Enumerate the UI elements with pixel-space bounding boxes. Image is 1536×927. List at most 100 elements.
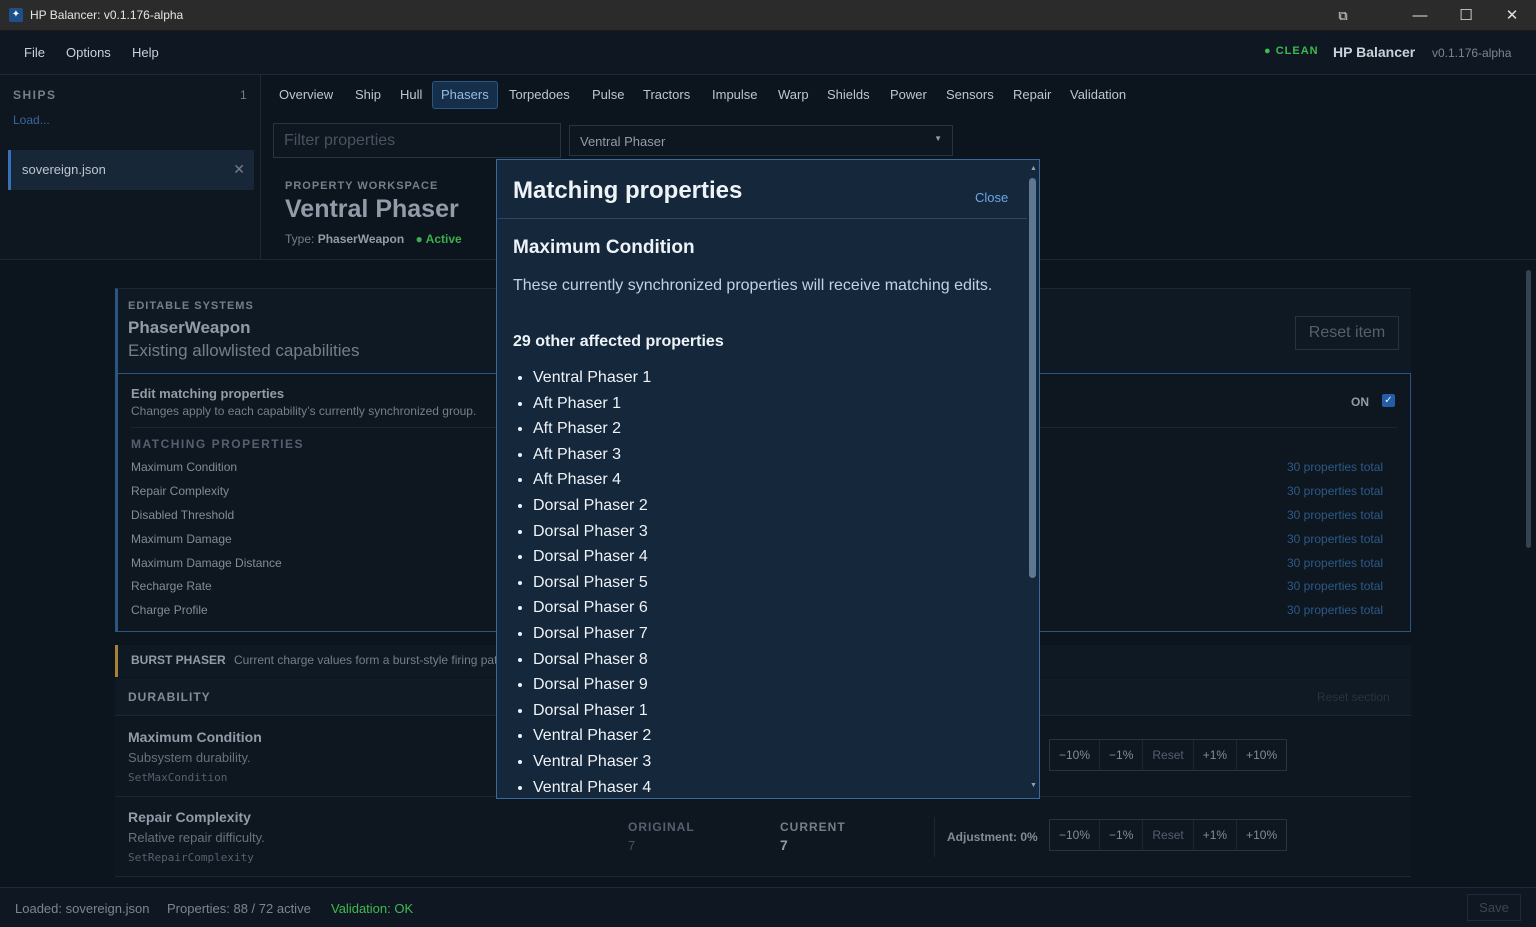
status-bar: Loaded: sovereign.json Properties: 88 / … bbox=[0, 887, 1536, 927]
modal-header: Matching properties Close bbox=[497, 160, 1027, 219]
modal-scrollbar-thumb[interactable] bbox=[1029, 178, 1036, 578]
tab-tractors[interactable]: Tractors bbox=[635, 81, 698, 109]
clean-status: ● CLEAN bbox=[1264, 45, 1319, 57]
minus-10-button[interactable]: −10% bbox=[1050, 820, 1101, 850]
maximize-button[interactable]: ☐ bbox=[1443, 0, 1489, 31]
list-item: Dorsal Phaser 1 bbox=[533, 698, 651, 724]
property-desc: Relative repair difficulty. bbox=[128, 830, 265, 845]
tab-pulse[interactable]: Pulse bbox=[584, 81, 633, 109]
systems-subtitle: Existing allowlisted capabilities bbox=[128, 341, 360, 360]
plus-10-button[interactable]: +10% bbox=[1237, 740, 1286, 770]
title-bar: ✦ HP Balancer: v0.1.176-alpha ⧉ — ☐ ✕ bbox=[0, 0, 1536, 31]
workspace-title: Ventral Phaser bbox=[285, 195, 459, 223]
minus-1-button[interactable]: −1% bbox=[1100, 820, 1144, 850]
matching-row-total[interactable]: 30 properties total bbox=[1287, 532, 1383, 546]
tab-torpedoes[interactable]: Torpedoes bbox=[501, 81, 578, 109]
status-loaded: Loaded: sovereign.json bbox=[15, 901, 150, 916]
list-item: Aft Phaser 4 bbox=[533, 467, 651, 493]
scroll-up-icon[interactable]: ▲ bbox=[1030, 165, 1037, 172]
minus-1-button[interactable]: −1% bbox=[1100, 740, 1144, 770]
tab-repair[interactable]: Repair bbox=[1005, 81, 1059, 109]
burst-label: BURST PHASER bbox=[131, 653, 226, 667]
filter-input[interactable] bbox=[273, 123, 561, 158]
reset-value-button[interactable]: Reset bbox=[1143, 740, 1194, 770]
modal-scrollbar[interactable]: ▲ ▼ bbox=[1027, 160, 1039, 798]
tab-sensors[interactable]: Sensors bbox=[938, 81, 1002, 109]
modal-description: These currently synchronized properties … bbox=[513, 277, 993, 294]
current-value: 7 bbox=[780, 837, 788, 853]
clean-status-label: CLEAN bbox=[1275, 45, 1319, 57]
tab-hull[interactable]: Hull bbox=[392, 81, 430, 109]
list-item: Aft Phaser 2 bbox=[533, 416, 651, 442]
tab-phasers[interactable]: Phasers bbox=[432, 81, 498, 109]
tab-validation[interactable]: Validation bbox=[1062, 81, 1134, 109]
modal-close-button[interactable]: Close bbox=[975, 190, 1008, 205]
tab-shields[interactable]: Shields bbox=[819, 81, 878, 109]
ship-file-item[interactable]: sovereign.json ✕ bbox=[8, 150, 254, 190]
page-scrollbar-thumb[interactable] bbox=[1526, 270, 1531, 548]
matching-row-total[interactable]: 30 properties total bbox=[1287, 603, 1383, 617]
minimize-button[interactable]: — bbox=[1397, 0, 1443, 31]
ships-count: 1 bbox=[240, 88, 247, 102]
matching-row-total[interactable]: 30 properties total bbox=[1287, 508, 1383, 522]
property-name: Maximum Condition bbox=[128, 729, 262, 745]
tab-warp[interactable]: Warp bbox=[770, 81, 817, 109]
reset-value-button[interactable]: Reset bbox=[1143, 820, 1194, 850]
menu-file[interactable]: File bbox=[24, 45, 45, 60]
list-item: Dorsal Phaser 4 bbox=[533, 544, 651, 570]
reset-item-button[interactable]: Reset item bbox=[1295, 316, 1399, 350]
scroll-down-icon[interactable]: ▼ bbox=[1030, 782, 1037, 789]
matching-properties-modal: Matching properties Close Maximum Condit… bbox=[496, 159, 1040, 799]
item-select[interactable]: Ventral Phaser ▼ bbox=[569, 125, 953, 156]
ships-title: SHIPS bbox=[13, 88, 57, 102]
matching-row-name: Disabled Threshold bbox=[131, 508, 235, 522]
modal-title: Matching properties bbox=[513, 177, 743, 204]
tab-overview[interactable]: Overview bbox=[271, 81, 341, 109]
original-label: ORIGINAL bbox=[628, 820, 695, 834]
plus-10-button[interactable]: +10% bbox=[1237, 820, 1286, 850]
app-version: v0.1.176-alpha bbox=[1432, 46, 1512, 60]
status-properties: Properties: 88 / 72 active bbox=[167, 901, 311, 916]
remove-file-icon[interactable]: ✕ bbox=[233, 161, 245, 178]
matching-heading: MATCHING PROPERTIES bbox=[131, 437, 304, 451]
active-badge: ● Active bbox=[415, 232, 462, 246]
matching-row-total[interactable]: 30 properties total bbox=[1287, 579, 1383, 593]
save-button[interactable]: Save bbox=[1467, 894, 1521, 921]
original-value: 7 bbox=[628, 838, 636, 853]
systems-label: EDITABLE SYSTEMS bbox=[128, 300, 254, 312]
page-scrollbar[interactable] bbox=[1526, 270, 1532, 882]
ships-sidebar: SHIPS 1 Load... sovereign.json ✕ bbox=[0, 75, 261, 259]
matching-subtitle: Changes apply to each capability’s curre… bbox=[131, 404, 477, 418]
list-item: Aft Phaser 3 bbox=[533, 442, 651, 468]
menu-help[interactable]: Help bbox=[132, 45, 159, 60]
restore-icon[interactable]: ⧉ bbox=[1320, 0, 1366, 31]
type-label: Type: bbox=[285, 232, 315, 246]
matching-title: Edit matching properties bbox=[131, 386, 285, 401]
matching-row-name: Charge Profile bbox=[131, 603, 208, 617]
item-select-value: Ventral Phaser bbox=[580, 134, 666, 149]
plus-1-button[interactable]: +1% bbox=[1194, 820, 1238, 850]
list-item: Ventral Phaser 3 bbox=[533, 749, 651, 775]
matching-row-total[interactable]: 30 properties total bbox=[1287, 484, 1383, 498]
list-item: Dorsal Phaser 9 bbox=[533, 672, 651, 698]
tab-power[interactable]: Power bbox=[882, 81, 935, 109]
matching-row-total[interactable]: 30 properties total bbox=[1287, 556, 1383, 570]
menu-options[interactable]: Options bbox=[66, 45, 111, 60]
plus-1-button[interactable]: +1% bbox=[1194, 740, 1238, 770]
reset-section-button[interactable]: Reset section bbox=[1317, 690, 1390, 704]
workspace-type: Type: PhaserWeapon ● Active bbox=[285, 232, 462, 246]
load-link[interactable]: Load... bbox=[13, 113, 50, 127]
tab-impulse[interactable]: Impulse bbox=[704, 81, 766, 109]
close-window-button[interactable]: ✕ bbox=[1489, 0, 1535, 31]
list-item: Aft Phaser 1 bbox=[533, 391, 651, 417]
matching-row-name: Maximum Damage bbox=[131, 532, 232, 546]
modal-count: 29 other affected properties bbox=[513, 333, 724, 350]
matching-row-total[interactable]: 30 properties total bbox=[1287, 460, 1383, 474]
list-item: Ventral Phaser 4 bbox=[533, 775, 651, 799]
minus-10-button[interactable]: −10% bbox=[1050, 740, 1101, 770]
burst-text: Current charge values form a burst-style… bbox=[234, 653, 496, 667]
tab-ship[interactable]: Ship bbox=[347, 81, 389, 109]
app-icon: ✦ bbox=[9, 8, 23, 22]
matching-checkbox[interactable]: ✓ bbox=[1382, 394, 1395, 407]
systems-title: PhaserWeapon bbox=[128, 318, 251, 337]
